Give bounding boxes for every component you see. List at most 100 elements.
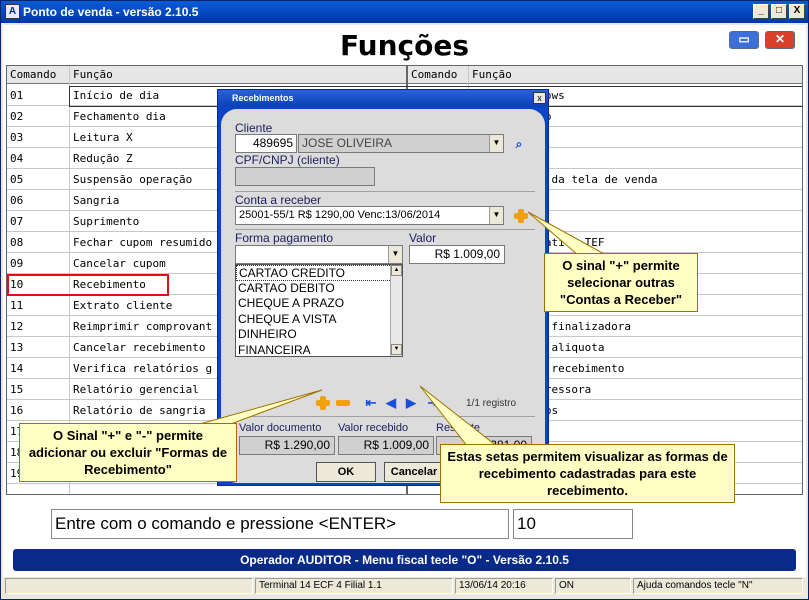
divider xyxy=(235,416,535,417)
valor-field[interactable]: R$ 1.009,00 xyxy=(409,245,505,264)
row-command: 16 xyxy=(10,404,24,417)
row-function-right: entos xyxy=(525,400,802,421)
recebimentos-dialog: Recebimentos x Cliente 489695 JOSE OLIVE… xyxy=(217,89,549,486)
list-item[interactable]: CHEQUE A PRAZO xyxy=(236,296,402,312)
cliente-label: Cliente xyxy=(235,121,273,135)
row-command: 15 xyxy=(10,383,24,396)
divider xyxy=(235,229,535,230)
remove-forma-icon[interactable] xyxy=(336,396,350,410)
valor-documento-label: Valor documento xyxy=(239,422,322,434)
formas-items: CARTAO CREDITO CARTAO DEBITO CHEQUE A PRAZ… xyxy=(236,265,402,357)
row-function-right: erão xyxy=(525,106,802,127)
close-button[interactable]: X xyxy=(789,4,805,19)
cancel-button[interactable]: Cancelar xyxy=(384,462,444,482)
valor-recebido-value: R$ 1.009,00 xyxy=(338,436,434,455)
cpf-field[interactable] xyxy=(235,167,375,186)
row-command: 06 xyxy=(10,194,24,207)
col-header-function: Função xyxy=(70,66,406,84)
ok-button[interactable]: OK xyxy=(316,462,376,482)
row-function-right: strativa TEF xyxy=(525,236,605,249)
callout-setas: Estas setas permitem visualizar as forma… xyxy=(440,444,735,503)
dialog-title: Recebimentos xyxy=(218,90,548,107)
first-record-icon[interactable]: ⇤ xyxy=(364,396,378,410)
status-terminal: Terminal 14 ECF 4 Filial 1.1 xyxy=(255,578,453,594)
col-header-function-right: Função xyxy=(469,66,802,84)
list-item[interactable]: DINHEIRO xyxy=(236,327,402,343)
row-command: 13 xyxy=(10,341,24,354)
record-counter: 1/1 registro xyxy=(466,398,517,409)
scroll-up-icon[interactable]: ▲ xyxy=(391,265,402,276)
status-cell xyxy=(5,578,253,594)
valor-documento-value: R$ 1.290,00 xyxy=(239,436,335,455)
recebimento-highlight xyxy=(7,274,169,296)
list-item[interactable]: FINANCEIRA xyxy=(236,343,402,357)
restore-app-button[interactable]: ▭ xyxy=(729,31,759,49)
command-prompt: Entre com o comando e pressione <ENTER> xyxy=(51,509,509,539)
status-state: ON xyxy=(555,578,631,594)
row-command: 08 xyxy=(10,236,24,249)
valor-recebido-label: Valor recebido xyxy=(338,422,409,434)
app-icon: A xyxy=(5,4,20,19)
scroll-down-icon[interactable]: ▼ xyxy=(391,344,402,355)
list-item[interactable]: CHEQUE A VISTA xyxy=(236,312,402,328)
command-input[interactable]: 10 xyxy=(513,509,633,539)
add-conta-icon[interactable] xyxy=(514,209,528,223)
list-item[interactable]: CARTAO DEBITO xyxy=(236,281,402,297)
chevron-down-icon[interactable]: ▼ xyxy=(489,207,503,224)
window-titlebar: A Ponto de venda - versão 2.10.5 _ □ X xyxy=(1,1,808,23)
chevron-down-icon[interactable]: ▼ xyxy=(388,246,402,263)
last-record-icon[interactable]: ⇥ xyxy=(426,396,440,410)
divider xyxy=(235,191,535,192)
status-help: Ajuda comandos tecle "N" xyxy=(633,578,803,594)
row-function-right: impressora xyxy=(525,383,592,396)
row-command: 14 xyxy=(10,362,24,375)
cliente-name-value: JOSE OLIVEIRA xyxy=(302,136,393,150)
close-app-button[interactable]: ✕ xyxy=(765,31,795,49)
forma-label: Forma pagamento xyxy=(235,231,334,245)
conta-combo[interactable]: 25001-55/1 R$ 1290,00 Venc:13/06/2014 ▼ xyxy=(235,206,504,225)
window-title: Ponto de venda - versão 2.10.5 xyxy=(23,5,199,19)
maximize-button[interactable]: □ xyxy=(771,4,787,19)
list-item[interactable]: CARTAO CREDITO xyxy=(236,265,402,281)
prev-record-icon[interactable]: ◀ xyxy=(384,396,398,410)
dialog-close-button[interactable]: x xyxy=(533,92,546,104)
row-function-right: ça xyxy=(525,190,802,211)
restante-label: Restante xyxy=(436,422,481,434)
status-datetime: 13/06/14 20:16 xyxy=(455,578,553,594)
row-function-right: nar finalizadora xyxy=(525,320,631,333)
row-command: 03 xyxy=(10,131,24,144)
conta-label: Conta a receber xyxy=(235,193,322,207)
cliente-name-combo[interactable]: JOSE OLIVEIRA ▼ xyxy=(298,134,504,153)
row-function-right: tos xyxy=(525,421,802,442)
minimize-button[interactable]: _ xyxy=(753,4,769,19)
callout-formas: O Sinal "+" e "-" permite adicionar ou e… xyxy=(19,423,237,482)
forma-combo[interactable]: ▼ xyxy=(235,245,403,264)
row-command: 11 xyxy=(10,299,24,312)
row-command: 01 xyxy=(10,89,24,102)
status-bar: Terminal 14 ECF 4 Filial 1.1 13/06/14 20… xyxy=(3,577,806,595)
valor-label: Valor xyxy=(409,231,437,245)
operator-status: Operador AUDITOR - Menu fiscal tecle "O"… xyxy=(13,549,796,571)
row-command: 04 xyxy=(10,152,24,165)
row-function-right: nar aliquota xyxy=(525,341,605,354)
row-function-right: ute da tela de venda xyxy=(525,173,658,186)
row-command: 09 xyxy=(10,257,24,270)
row-command: 05 xyxy=(10,173,24,186)
chevron-down-icon[interactable]: ▼ xyxy=(489,135,503,152)
col-header-command: Comando xyxy=(7,66,69,84)
cliente-code-field[interactable]: 489695 xyxy=(235,134,297,153)
page-title: Funções xyxy=(339,29,470,62)
row-command: 07 xyxy=(10,215,24,228)
cpf-label: CPF/CNPJ (cliente) xyxy=(235,153,340,167)
add-forma-icon[interactable] xyxy=(316,396,330,410)
formas-list[interactable]: CARTAO CREDITO CARTAO DEBITO CHEQUE A PRAZ… xyxy=(235,264,403,357)
next-record-icon[interactable]: ▶ xyxy=(404,396,418,410)
row-command: 12 xyxy=(10,320,24,333)
formas-scrollbar[interactable]: ▲ ▼ xyxy=(390,265,402,356)
col-header-command-right: Comando xyxy=(408,66,468,84)
row-function-right: d xyxy=(525,211,802,232)
row-function-right: nar recebimento xyxy=(525,362,625,375)
search-icon[interactable]: ⌕ xyxy=(512,137,526,151)
callout-contas: O sinal "+" permite selecionar outras "C… xyxy=(544,253,698,312)
conta-value: 25001-55/1 R$ 1290,00 Venc:13/06/2014 xyxy=(239,209,441,221)
